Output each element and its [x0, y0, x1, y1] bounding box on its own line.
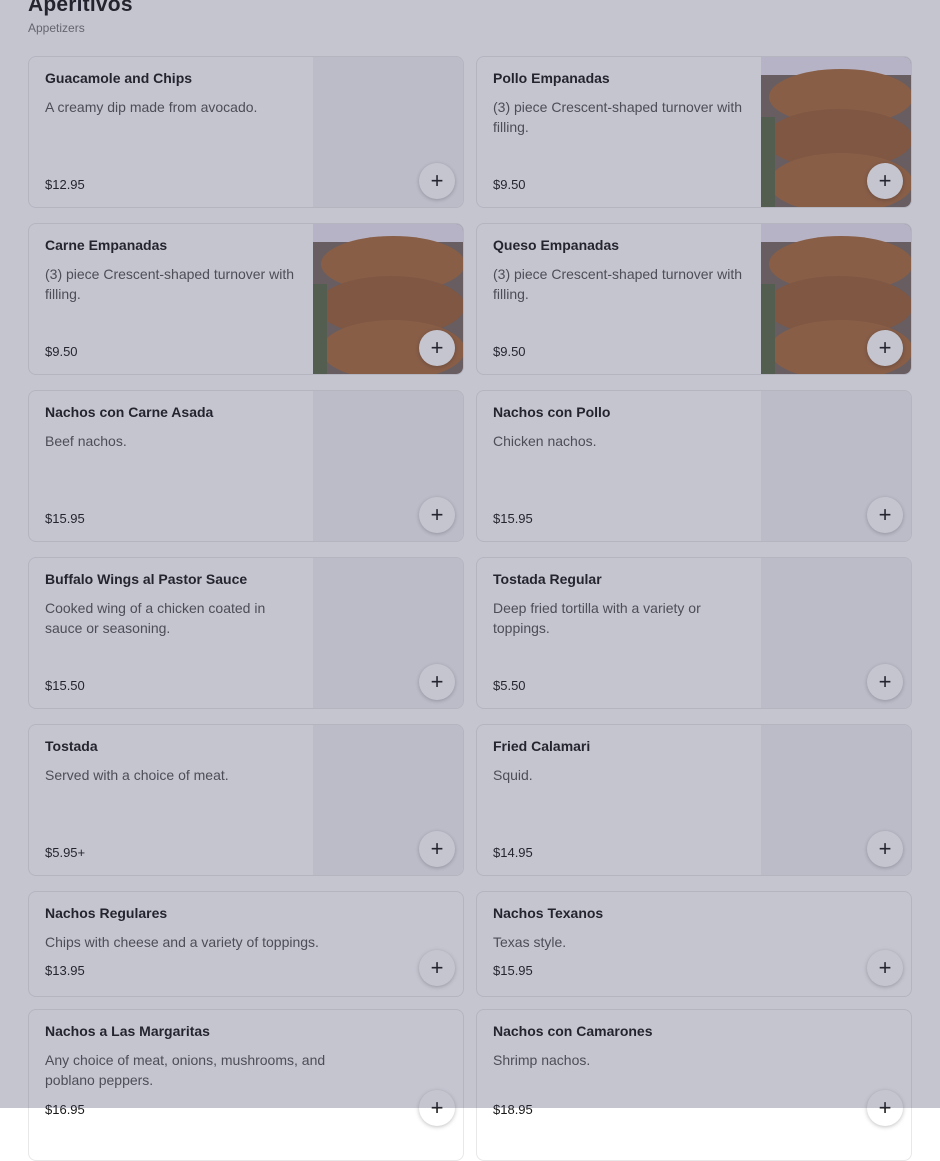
plus-icon: +	[878, 955, 892, 980]
item-price: $5.95+	[45, 845, 86, 860]
add-item-button[interactable]: +	[867, 330, 903, 366]
plus-icon: +	[430, 669, 444, 694]
item-name: Nachos Texanos	[493, 905, 604, 921]
menu-item-card[interactable]: Nachos con Carne Asada Beef nachos. $15.…	[28, 390, 464, 542]
item-name: Buffalo Wings al Pastor Sauce	[45, 571, 248, 587]
item-price: $15.95	[45, 511, 85, 526]
item-name: Fried Calamari	[493, 738, 591, 754]
item-price: $15.95	[493, 963, 533, 978]
item-name: Tostada	[45, 738, 98, 754]
add-item-button[interactable]: +	[419, 831, 455, 867]
item-description: Beef nachos.	[45, 433, 127, 449]
item-name: Tostada Regular	[493, 571, 602, 587]
item-name: Nachos Regulares	[45, 905, 168, 921]
plus-icon: +	[878, 1095, 892, 1120]
plus-icon: +	[430, 836, 444, 861]
item-description: Served with a choice of meat.	[45, 767, 229, 783]
section-title: Aperitivos	[28, 0, 133, 16]
add-item-button[interactable]: +	[419, 497, 455, 533]
item-description: (3) piece Crescent-shaped turnover with …	[493, 99, 743, 135]
plus-icon: +	[430, 335, 444, 360]
item-description: Shrimp nachos.	[493, 1052, 591, 1068]
item-name: Pollo Empanadas	[493, 70, 610, 86]
plus-icon: +	[878, 836, 892, 861]
item-price: $9.50	[45, 344, 78, 359]
plus-icon: +	[878, 168, 892, 193]
item-price: $14.95	[493, 845, 533, 860]
add-item-button[interactable]: +	[867, 497, 903, 533]
menu-item-card[interactable]: Nachos con Pollo Chicken nachos. $15.95 …	[476, 390, 912, 542]
section-header: Aperitivos Appetizers	[28, 0, 133, 35]
add-item-button[interactable]: +	[867, 1090, 903, 1126]
item-description: A creamy dip made from avocado.	[45, 99, 258, 115]
section-subtitle: Appetizers	[28, 21, 85, 35]
menu-item-card[interactable]: Tostada Served with a choice of meat. $5…	[28, 724, 464, 876]
add-item-button[interactable]: +	[867, 831, 903, 867]
item-price: $5.50	[493, 678, 526, 693]
menu-item-card[interactable]: Nachos con Camarones Shrimp nachos. $18.…	[476, 1009, 912, 1161]
menu-items-grid: Guacamole and Chips A creamy dip made fr…	[28, 56, 912, 1161]
item-price: $15.50	[45, 678, 85, 693]
item-description: Texas style.	[493, 934, 567, 950]
menu-item-card[interactable]: Carne Empanadas (3) piece Crescent-shape…	[28, 223, 464, 375]
item-price: $9.50	[493, 344, 526, 359]
item-description: Cooked wing of a chicken coated in sauce…	[45, 600, 266, 636]
item-description: Chips with cheese and a variety of toppi…	[45, 934, 319, 950]
add-item-button[interactable]: +	[419, 163, 455, 199]
item-price: $16.95	[45, 1102, 85, 1117]
menu-item-card[interactable]: Nachos Texanos Texas style. $15.95 +	[476, 891, 912, 997]
item-price: $12.95	[45, 177, 85, 192]
menu-item-card[interactable]: Buffalo Wings al Pastor Sauce Cooked win…	[28, 557, 464, 709]
plus-icon: +	[430, 168, 444, 193]
item-description: Deep fried tortilla with a variety or to…	[493, 600, 701, 636]
add-item-button[interactable]: +	[867, 950, 903, 986]
add-item-button[interactable]: +	[419, 664, 455, 700]
item-name: Carne Empanadas	[45, 237, 168, 253]
plus-icon: +	[430, 1095, 444, 1120]
menu-item-card[interactable]: Queso Empanadas (3) piece Crescent-shape…	[476, 223, 912, 375]
add-item-button[interactable]: +	[867, 664, 903, 700]
menu-item-card[interactable]: Fried Calamari Squid. $14.95 +	[476, 724, 912, 876]
menu-item-card[interactable]: Nachos Regulares Chips with cheese and a…	[28, 891, 464, 997]
item-description: (3) piece Crescent-shaped turnover with …	[493, 266, 743, 302]
item-price: $13.95	[45, 963, 85, 978]
add-item-button[interactable]: +	[419, 950, 455, 986]
item-price: $9.50	[493, 177, 526, 192]
item-name: Guacamole and Chips	[45, 70, 193, 86]
item-name: Nachos con Camarones	[493, 1023, 653, 1039]
item-name: Nachos con Carne Asada	[45, 404, 214, 420]
item-name: Queso Empanadas	[493, 237, 620, 253]
menu-item-card[interactable]: Pollo Empanadas (3) piece Crescent-shape…	[476, 56, 912, 208]
plus-icon: +	[430, 502, 444, 527]
item-description: Chicken nachos.	[493, 433, 597, 449]
item-description: Squid.	[493, 767, 533, 783]
item-price: $15.95	[493, 511, 533, 526]
add-item-button[interactable]: +	[419, 1090, 455, 1126]
add-item-button[interactable]: +	[419, 330, 455, 366]
item-price: $18.95	[493, 1102, 533, 1117]
item-name: Nachos con Pollo	[493, 404, 611, 420]
menu-item-card[interactable]: Nachos a Las Margaritas Any choice of me…	[28, 1009, 464, 1161]
add-item-button[interactable]: +	[867, 163, 903, 199]
plus-icon: +	[878, 335, 892, 360]
plus-icon: +	[430, 955, 444, 980]
item-description: Any choice of meat, onions, mushrooms, a…	[45, 1052, 326, 1088]
item-description: (3) piece Crescent-shaped turnover with …	[45, 266, 295, 302]
item-name: Nachos a Las Margaritas	[45, 1023, 210, 1039]
plus-icon: +	[878, 502, 892, 527]
menu-item-card[interactable]: Tostada Regular Deep fried tortilla with…	[476, 557, 912, 709]
menu-item-card[interactable]: Guacamole and Chips A creamy dip made fr…	[28, 56, 464, 208]
plus-icon: +	[878, 669, 892, 694]
